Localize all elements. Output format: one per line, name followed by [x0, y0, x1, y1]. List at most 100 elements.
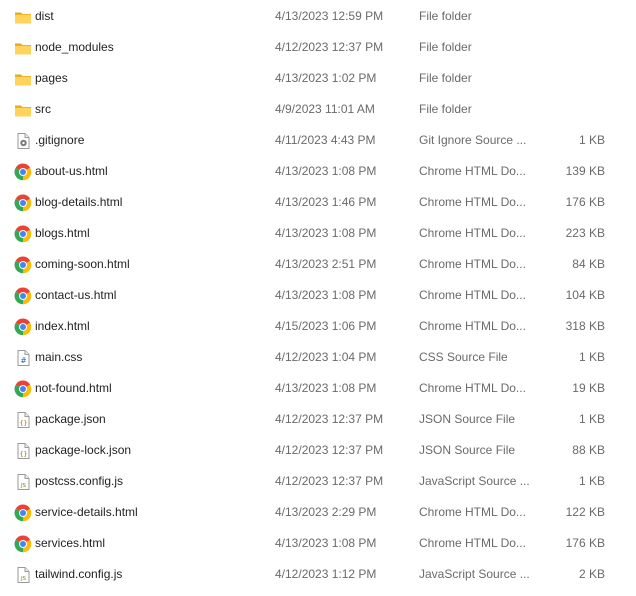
- file-row[interactable]: .gitignore 4/11/2023 4:43 PM Git Ignore …: [0, 125, 636, 156]
- file-date: 4/13/2023 1:08 PM: [275, 226, 377, 240]
- file-date: 4/13/2023 1:08 PM: [275, 381, 377, 395]
- file-row[interactable]: {} package.json 4/12/2023 12:37 PM JSON …: [0, 404, 636, 435]
- chrome-icon: [14, 225, 32, 243]
- gear-file-icon: [14, 132, 32, 150]
- file-row[interactable]: services.html 4/13/2023 1:08 PM Chrome H…: [0, 528, 636, 559]
- file-type: File folder: [419, 71, 472, 85]
- file-date: 4/12/2023 12:37 PM: [275, 443, 384, 457]
- file-date: 4/13/2023 1:02 PM: [275, 71, 377, 85]
- file-row[interactable]: about-us.html 4/13/2023 1:08 PM Chrome H…: [0, 156, 636, 187]
- folder-icon: [14, 39, 32, 57]
- svg-text:{}: {}: [20, 450, 28, 458]
- file-name[interactable]: .gitignore: [35, 125, 84, 156]
- chrome-icon: [14, 163, 32, 181]
- file-type: File folder: [419, 9, 472, 23]
- file-type: JavaScript Source ...: [419, 567, 529, 581]
- file-name[interactable]: coming-soon.html: [35, 249, 130, 280]
- file-size: 19 KB: [572, 381, 605, 395]
- file-row[interactable]: node_modules 4/12/2023 12:37 PM File fol…: [0, 32, 636, 63]
- file-size: 223 KB: [565, 226, 605, 240]
- file-date: 4/13/2023 12:59 PM: [275, 9, 384, 23]
- file-size: 318 KB: [565, 319, 605, 333]
- file-row[interactable]: JS postcss.config.js 4/12/2023 12:37 PM …: [0, 466, 636, 497]
- file-name[interactable]: pages: [35, 63, 68, 94]
- file-size: 1 KB: [578, 412, 605, 426]
- file-row[interactable]: contact-us.html 4/13/2023 1:08 PM Chrome…: [0, 280, 636, 311]
- file-size: 122 KB: [565, 505, 605, 519]
- chrome-icon: [14, 194, 32, 212]
- folder-icon: [14, 101, 32, 119]
- file-name[interactable]: package.json: [35, 404, 106, 435]
- file-name[interactable]: contact-us.html: [35, 280, 116, 311]
- file-list: dist 4/13/2023 12:59 PM File folder node…: [0, 0, 636, 596]
- file-size: 1 KB: [578, 133, 605, 147]
- folder-icon: [14, 8, 32, 26]
- file-size: 139 KB: [565, 164, 605, 178]
- svg-text:#: #: [20, 356, 26, 365]
- file-date: 4/13/2023 1:08 PM: [275, 288, 377, 302]
- file-name[interactable]: index.html: [35, 311, 90, 342]
- file-type: Chrome HTML Do...: [419, 505, 526, 519]
- file-type: File folder: [419, 102, 472, 116]
- file-size: 1 KB: [578, 350, 605, 364]
- chrome-icon: [14, 287, 32, 305]
- file-date: 4/13/2023 1:08 PM: [275, 536, 377, 550]
- file-type: Chrome HTML Do...: [419, 164, 526, 178]
- file-date: 4/12/2023 1:04 PM: [275, 350, 377, 364]
- file-date: 4/9/2023 11:01 AM: [275, 102, 375, 116]
- file-type: File folder: [419, 40, 472, 54]
- file-row[interactable]: service-details.html 4/13/2023 2:29 PM C…: [0, 497, 636, 528]
- file-row[interactable]: src 4/9/2023 11:01 AM File folder: [0, 94, 636, 125]
- js-file-icon: JS: [14, 566, 32, 584]
- file-row[interactable]: blogs.html 4/13/2023 1:08 PM Chrome HTML…: [0, 218, 636, 249]
- chrome-icon: [14, 504, 32, 522]
- file-name[interactable]: main.css: [35, 342, 82, 373]
- file-row[interactable]: dist 4/13/2023 12:59 PM File folder: [0, 1, 636, 32]
- file-size: 1 KB: [578, 474, 605, 488]
- file-row[interactable]: {} package-lock.json 4/12/2023 12:37 PM …: [0, 435, 636, 466]
- file-type: JavaScript Source ...: [419, 474, 529, 488]
- file-date: 4/13/2023 2:51 PM: [275, 257, 377, 271]
- file-date: 4/13/2023 2:29 PM: [275, 505, 377, 519]
- json-file-icon: {}: [14, 411, 32, 429]
- file-date: 4/11/2023 4:43 PM: [275, 133, 376, 147]
- file-name[interactable]: src: [35, 94, 51, 125]
- chrome-icon: [14, 535, 32, 553]
- file-row[interactable]: coming-soon.html 4/13/2023 2:51 PM Chrom…: [0, 249, 636, 280]
- file-name[interactable]: about-us.html: [35, 156, 108, 187]
- file-date: 4/12/2023 12:37 PM: [275, 412, 384, 426]
- svg-text:{}: {}: [20, 419, 28, 427]
- file-name[interactable]: postcss.config.js: [35, 466, 123, 497]
- json-file-icon: {}: [14, 442, 32, 460]
- file-row[interactable]: pages 4/13/2023 1:02 PM File folder: [0, 63, 636, 94]
- file-name[interactable]: services.html: [35, 528, 105, 559]
- file-row[interactable]: JS tailwind.config.js 4/12/2023 1:12 PM …: [0, 559, 636, 590]
- file-size: 88 KB: [572, 443, 605, 457]
- file-row[interactable]: not-found.html 4/13/2023 1:08 PM Chrome …: [0, 373, 636, 404]
- chrome-icon: [14, 380, 32, 398]
- file-row[interactable]: index.html 4/15/2023 1:06 PM Chrome HTML…: [0, 311, 636, 342]
- file-name[interactable]: dist: [35, 1, 54, 32]
- file-size: 176 KB: [565, 195, 605, 209]
- file-type: JSON Source File: [419, 412, 516, 426]
- file-name[interactable]: blogs.html: [35, 218, 90, 249]
- file-date: 4/12/2023 12:37 PM: [275, 40, 384, 54]
- file-row[interactable]: # main.css 4/12/2023 1:04 PM CSS Source …: [0, 342, 636, 373]
- file-name[interactable]: tailwind.config.js: [35, 559, 122, 590]
- chrome-icon: [14, 318, 32, 336]
- folder-icon: [14, 70, 32, 88]
- file-size: 104 KB: [565, 288, 605, 302]
- file-name[interactable]: node_modules: [35, 32, 114, 63]
- file-name[interactable]: service-details.html: [35, 497, 138, 528]
- file-name[interactable]: not-found.html: [35, 373, 112, 404]
- file-type: Git Ignore Source ...: [419, 133, 527, 147]
- file-size: 2 KB: [578, 567, 605, 581]
- file-size: 176 KB: [565, 536, 605, 550]
- file-row[interactable]: blog-details.html 4/13/2023 1:46 PM Chro…: [0, 187, 636, 218]
- file-type: CSS Source File: [419, 350, 508, 364]
- file-name[interactable]: package-lock.json: [35, 435, 131, 466]
- file-type: JSON Source File: [419, 443, 516, 457]
- file-name[interactable]: blog-details.html: [35, 187, 122, 218]
- file-date: 4/13/2023 1:46 PM: [275, 195, 377, 209]
- file-date: 4/15/2023 1:06 PM: [275, 319, 377, 333]
